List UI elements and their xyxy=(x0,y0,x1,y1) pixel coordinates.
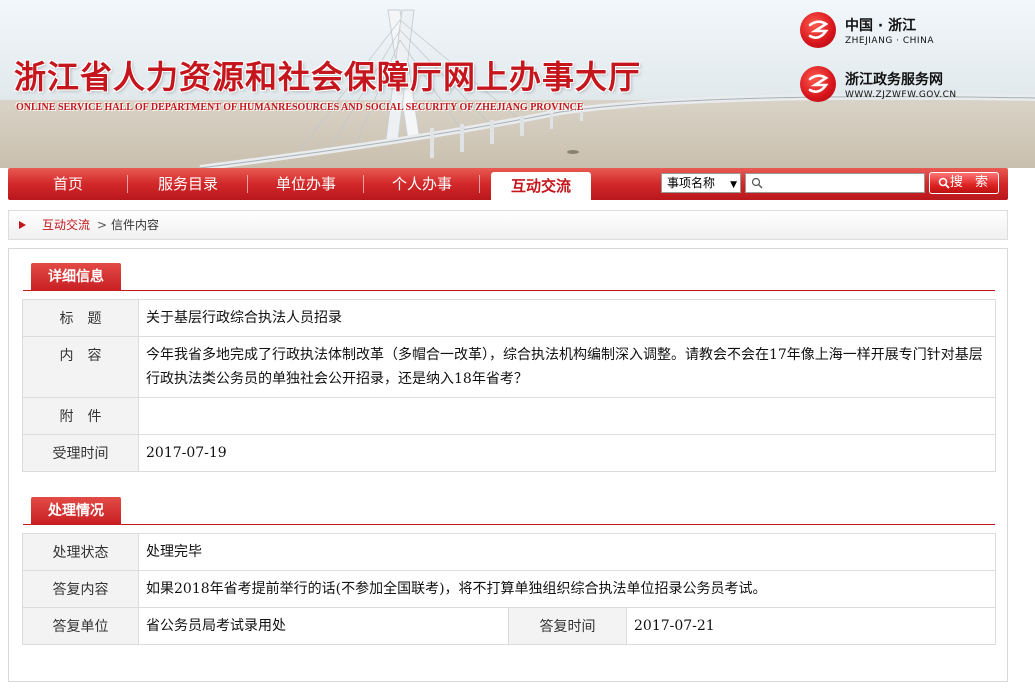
nav-item-interaction[interactable]: 互动交流 xyxy=(491,172,591,200)
logo-en-text: WWW.ZJZWFW.GOV.CN xyxy=(845,90,957,100)
reply-time-value: 2017-07-21 xyxy=(626,607,996,645)
search-input[interactable] xyxy=(745,173,925,193)
received-time-label: 受理时间 xyxy=(22,434,139,472)
zhejiang-china-logo[interactable]: 中国 · 浙江 ZHEJIANG · CHINA xyxy=(800,12,1030,66)
main-nav: 首页 服务目录 单位办事 个人办事 互动交流 事项名称 ▼ 搜 索 xyxy=(8,168,1008,200)
site-subtitle: ONLINE SERVICE HALL OF DEPARTMENT OF HUM… xyxy=(16,102,584,113)
table-row: 附 件 xyxy=(22,397,996,435)
table-row: 受理时间 2017-07-19 xyxy=(22,434,996,472)
handling-table: 处理状态 处理完毕 答复内容 如果2018年省考提前举行的话(不参加全国联考)，… xyxy=(22,533,996,645)
status-value: 处理完毕 xyxy=(138,533,996,571)
zjzwfw-emblem-icon xyxy=(800,66,836,102)
nav-item-unit-affairs[interactable]: 单位办事 xyxy=(248,168,364,200)
breadcrumb-current: 信件内容 xyxy=(111,218,160,232)
chevron-down-icon: ▼ xyxy=(730,180,737,190)
detail-table: 标 题 关于基层行政综合执法人员招录 内 容 今年我省多地完成了行政执法体制改革… xyxy=(22,299,996,472)
status-label: 处理状态 xyxy=(22,533,139,571)
handling-section-title: 处理情况 xyxy=(31,497,121,525)
logo-en-text: ZHEJIANG · CHINA xyxy=(845,36,934,46)
content-label: 内 容 xyxy=(22,336,139,398)
table-row: 答复内容 如果2018年省考提前举行的话(不参加全国联考)，将不打算单独组织综合… xyxy=(22,570,996,608)
search-category-value: 事项名称 xyxy=(667,176,716,190)
header-banner: 浙江省人力资源和社会保障厅网上办事大厅 ONLINE SERVICE HALL … xyxy=(0,0,1035,168)
logo-cn-text: 浙江政务服务网 xyxy=(845,72,943,88)
breadcrumb: 互动交流 > 信件内容 xyxy=(8,210,1008,240)
content-panel: 详细信息 标 题 关于基层行政综合执法人员招录 内 容 今年我省多地完成了行政执… xyxy=(8,248,1008,682)
handling-section-header: 处理情况 xyxy=(23,497,995,525)
received-time-value: 2017-07-19 xyxy=(138,434,996,472)
detail-section-header: 详细信息 xyxy=(23,263,995,291)
zhejiang-emblem-icon xyxy=(800,12,836,48)
title-label: 标 题 xyxy=(22,299,139,337)
logo-cn-text: 中国 · 浙江 xyxy=(845,18,917,34)
site-title: 浙江省人力资源和社会保障厅网上办事大厅 xyxy=(14,58,642,96)
zjzwfw-logo[interactable]: 浙江政务服务网 WWW.ZJZWFW.GOV.CN xyxy=(800,66,1030,120)
reply-unit-label: 答复单位 xyxy=(22,607,139,645)
search-button-label: 搜 索 xyxy=(949,175,993,190)
reply-unit-value: 省公务员局考试录用处 xyxy=(138,607,509,645)
attachment-label: 附 件 xyxy=(22,397,139,435)
search-icon xyxy=(938,177,950,189)
content-value: 今年我省多地完成了行政执法体制改革（多帽合一改革），综合执法机构编制深入调整。请… xyxy=(138,336,996,398)
search-button[interactable]: 搜 索 xyxy=(929,172,999,194)
reply-content-label: 答复内容 xyxy=(22,570,139,608)
nav-item-home[interactable]: 首页 xyxy=(8,168,128,200)
table-row: 答复单位 省公务员局考试录用处 答复时间 2017-07-21 xyxy=(22,607,996,645)
triangle-right-icon xyxy=(19,221,26,229)
nav-item-service-catalog[interactable]: 服务目录 xyxy=(128,168,248,200)
nav-item-personal-affairs[interactable]: 个人办事 xyxy=(364,168,480,200)
breadcrumb-link-interaction[interactable]: 互动交流 xyxy=(42,211,90,239)
attachment-value xyxy=(138,397,996,435)
table-row: 内 容 今年我省多地完成了行政执法体制改革（多帽合一改革），综合执法机构编制深入… xyxy=(22,336,996,398)
table-row: 处理状态 处理完毕 xyxy=(22,533,996,571)
reply-content-value: 如果2018年省考提前举行的话(不参加全国联考)，将不打算单独组织综合执法单位招… xyxy=(138,570,996,608)
table-row: 标 题 关于基层行政综合执法人员招录 xyxy=(22,299,996,337)
reply-time-label: 答复时间 xyxy=(508,607,627,645)
breadcrumb-separator: > xyxy=(97,218,108,232)
partner-logos: 中国 · 浙江 ZHEJIANG · CHINA 浙江政务服务网 WWW.ZJZ… xyxy=(800,12,1030,120)
search-icon xyxy=(751,177,763,189)
search-category-select[interactable]: 事项名称 ▼ xyxy=(661,173,741,193)
detail-section-title: 详细信息 xyxy=(31,263,121,291)
title-value: 关于基层行政综合执法人员招录 xyxy=(138,299,996,337)
